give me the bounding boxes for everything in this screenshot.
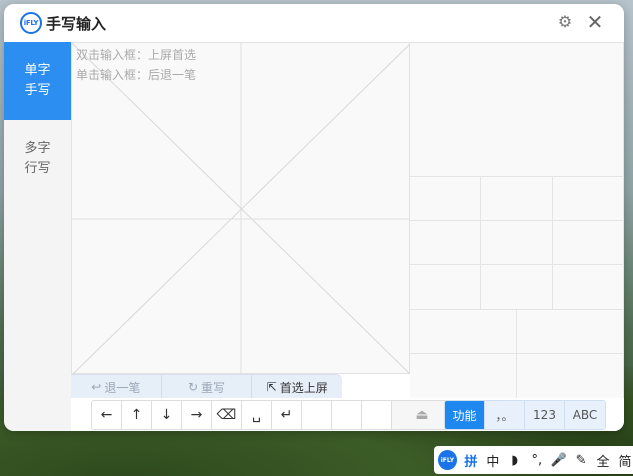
candidate-cell[interactable] bbox=[410, 310, 517, 354]
commit-first-button[interactable]: ⇱ 首选上屏 bbox=[252, 375, 342, 399]
full-width-toggle[interactable]: 全 bbox=[595, 451, 611, 470]
rewrite-label: 重写 bbox=[201, 380, 226, 395]
backspace-key[interactable]: ⌫ bbox=[212, 401, 242, 429]
blank-key[interactable] bbox=[302, 401, 332, 429]
blank-key[interactable] bbox=[332, 401, 362, 429]
number-mode-button[interactable]: 123 bbox=[525, 401, 565, 429]
candidate-cell[interactable] bbox=[517, 310, 624, 354]
bottom-toolbar: ← ↑ ↓ → ⌫ ␣ ↵ ⏏ 功能 ，。 123 ABC bbox=[71, 398, 624, 431]
up-arrow-key[interactable]: ↑ bbox=[122, 401, 152, 429]
handwriting-canvas[interactable]: 双击输入框：上屏首选 单击输入框：后退一笔 bbox=[71, 42, 411, 375]
handwriting-window: iFLY 手写输入 ⚙ ✕ 单字 手写 多字 行写 双击输入框：上屏首选 单击输… bbox=[4, 4, 624, 431]
simplified-toggle[interactable]: 简 bbox=[617, 451, 633, 470]
ime-status-bar: iFLY 拼 中 ◗ °, 🎤 ✎ 全 简 bbox=[434, 446, 633, 474]
candidate-cell[interactable] bbox=[410, 265, 481, 310]
candidate-cell[interactable] bbox=[517, 354, 624, 399]
candidate-cell[interactable] bbox=[410, 354, 517, 399]
candidate-cell[interactable] bbox=[553, 177, 624, 221]
title-bar: iFLY 手写输入 ⚙ ✕ bbox=[4, 4, 624, 42]
window-title: 手写输入 bbox=[46, 15, 107, 33]
microphone-icon[interactable]: 🎤 bbox=[551, 453, 567, 468]
collapse-key[interactable]: ⏏ bbox=[392, 401, 452, 429]
punctuation-mode-button[interactable]: ，。 bbox=[485, 401, 525, 429]
enter-key[interactable]: ↵ bbox=[272, 401, 302, 429]
undo-icon: ↩ bbox=[91, 380, 102, 394]
rewrite-icon: ↻ bbox=[187, 380, 199, 394]
input-mode-buttons: 功能 ，。 123 ABC bbox=[444, 400, 606, 430]
rewrite-button[interactable]: ↻ 重写 bbox=[162, 375, 253, 399]
canvas-actions: ↩ 退一笔 ↻ 重写 ⇱ 首选上屏 bbox=[71, 374, 342, 399]
mode-multi-char-label: 多字 行写 bbox=[24, 141, 51, 176]
space-key[interactable]: ␣ bbox=[242, 401, 272, 429]
candidate-cell[interactable] bbox=[410, 221, 481, 265]
ifly-logo-icon: iFLY bbox=[20, 12, 42, 34]
function-keys: ← ↑ ↓ → ⌫ ␣ ↵ ⏏ bbox=[91, 400, 453, 430]
candidate-cell[interactable] bbox=[481, 177, 553, 221]
chinese-english-toggle[interactable]: 中 bbox=[485, 451, 501, 470]
candidate-cell[interactable] bbox=[553, 265, 624, 310]
canvas-hint-single-click: 单击输入框：后退一笔 bbox=[76, 68, 197, 82]
left-arrow-key[interactable]: ← bbox=[92, 401, 122, 429]
undo-stroke-button[interactable]: ↩ 退一笔 bbox=[71, 375, 162, 399]
canvas-hint-double-click: 双击输入框：上屏首选 bbox=[76, 48, 197, 62]
punctuation-icon[interactable]: °, bbox=[529, 453, 545, 468]
blank-key[interactable] bbox=[362, 401, 392, 429]
candidate-cell[interactable] bbox=[553, 221, 624, 265]
mode-single-char-label: 单字 手写 bbox=[24, 63, 51, 98]
candidate-cell[interactable] bbox=[481, 221, 553, 265]
right-arrow-key[interactable]: → bbox=[182, 401, 212, 429]
close-icon[interactable]: ✕ bbox=[584, 11, 606, 33]
canvas-guides bbox=[72, 43, 411, 375]
mode-single-char[interactable]: 单字 手写 bbox=[4, 42, 71, 120]
undo-stroke-label: 退一笔 bbox=[104, 380, 141, 395]
candidate-cell[interactable] bbox=[481, 265, 553, 310]
mode-sidebar: 单字 手写 多字 行写 bbox=[4, 42, 71, 431]
candidate-cell[interactable] bbox=[410, 177, 481, 221]
moon-icon[interactable]: ◗ bbox=[507, 453, 523, 468]
ifly-logo-icon[interactable]: iFLY bbox=[438, 450, 457, 470]
function-mode-button[interactable]: 功能 bbox=[445, 401, 485, 429]
pinyin-toggle[interactable]: 拼 bbox=[463, 451, 479, 470]
abc-mode-button[interactable]: ABC bbox=[565, 401, 605, 429]
gear-icon[interactable]: ⚙ bbox=[556, 13, 574, 31]
down-arrow-key[interactable]: ↓ bbox=[152, 401, 182, 429]
mode-multi-char[interactable]: 多字 行写 bbox=[4, 120, 71, 198]
candidate-area bbox=[410, 42, 624, 399]
cursor-click-icon: ⇱ bbox=[266, 380, 277, 394]
pen-icon[interactable]: ✎ bbox=[573, 453, 589, 468]
commit-first-label: 首选上屏 bbox=[279, 380, 328, 395]
candidate-cell[interactable] bbox=[410, 43, 624, 177]
